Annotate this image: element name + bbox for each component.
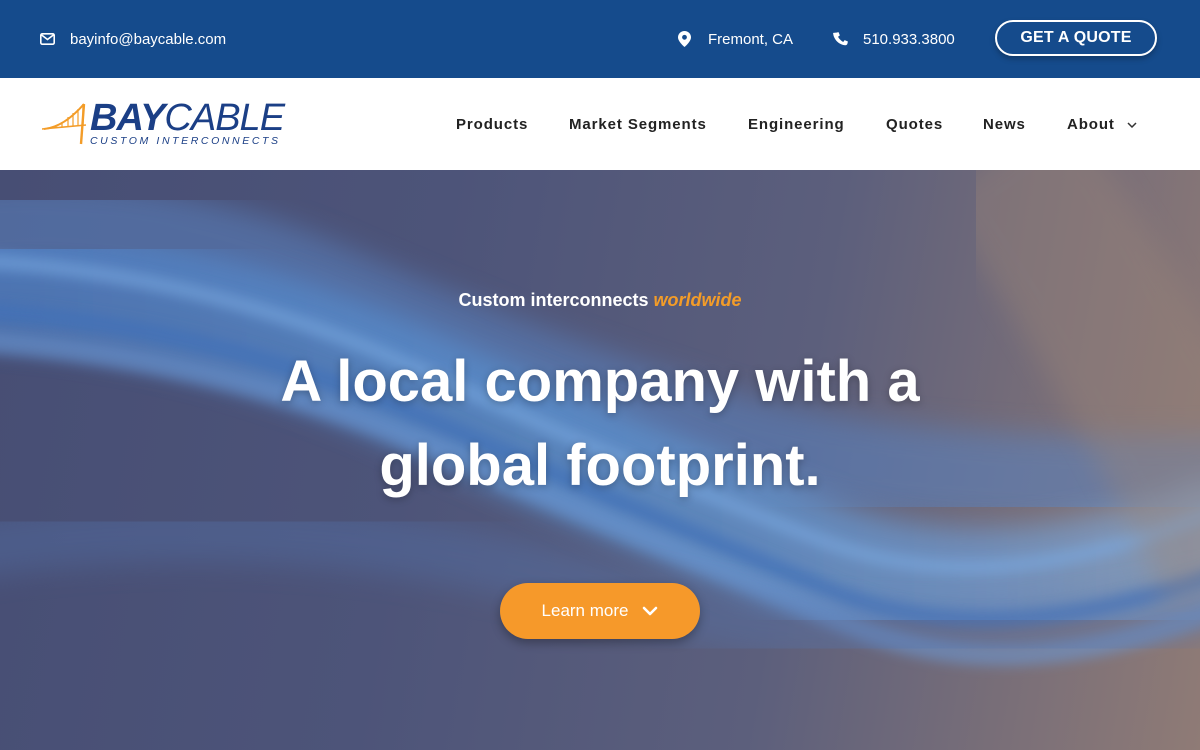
eyebrow-accent: worldwide xyxy=(653,290,742,310)
baycable-logo[interactable]: BAYCABLE CUSTOM INTERCONNECTS xyxy=(42,97,285,150)
main-navigation: BAYCABLE CUSTOM INTERCONNECTS Products M… xyxy=(0,78,1200,170)
email-link[interactable]: bayinfo@baycable.com xyxy=(40,0,226,78)
get-a-quote-button[interactable]: GET A QUOTE xyxy=(995,20,1157,56)
top-contact-bar: bayinfo@baycable.com Fremont, CA 510.933… xyxy=(0,0,1200,78)
nav-about[interactable]: About xyxy=(1067,78,1137,170)
email-text: bayinfo@baycable.com xyxy=(70,30,227,48)
nav-engineering[interactable]: Engineering xyxy=(748,78,845,170)
nav-about-label: About xyxy=(1067,115,1115,133)
learn-more-button[interactable]: Learn more xyxy=(500,583,700,639)
hero-eyebrow: Custom interconnects worldwide xyxy=(0,290,1200,311)
logo-wordmark: BAYCABLE xyxy=(90,97,285,139)
chevron-down-icon xyxy=(1127,116,1137,133)
map-pin-icon xyxy=(678,31,691,47)
hero-section: Custom interconnects worldwide A local c… xyxy=(0,170,1200,750)
nav-quotes[interactable]: Quotes xyxy=(886,78,943,170)
headline-line-2: global footprint. xyxy=(379,433,821,498)
eyebrow-text: Custom interconnects xyxy=(458,290,649,310)
envelope-icon xyxy=(40,33,55,45)
location: Fremont, CA xyxy=(678,0,793,78)
hero-headline: A local company with a global footprint. xyxy=(0,340,1200,508)
logo-tagline: CUSTOM INTERCONNECTS xyxy=(90,135,281,147)
nav-news[interactable]: News xyxy=(983,78,1026,170)
phone-text: 510.933.3800 xyxy=(863,30,955,48)
phone-link[interactable]: 510.933.3800 xyxy=(833,0,955,78)
nav-market-segments[interactable]: Market Segments xyxy=(569,78,707,170)
phone-icon xyxy=(833,31,848,47)
learn-more-label: Learn more xyxy=(541,601,629,620)
location-text: Fremont, CA xyxy=(708,30,794,48)
chevron-down-icon xyxy=(642,601,658,621)
headline-line-1: A local company with a xyxy=(280,349,920,414)
nav-products[interactable]: Products xyxy=(456,78,528,170)
